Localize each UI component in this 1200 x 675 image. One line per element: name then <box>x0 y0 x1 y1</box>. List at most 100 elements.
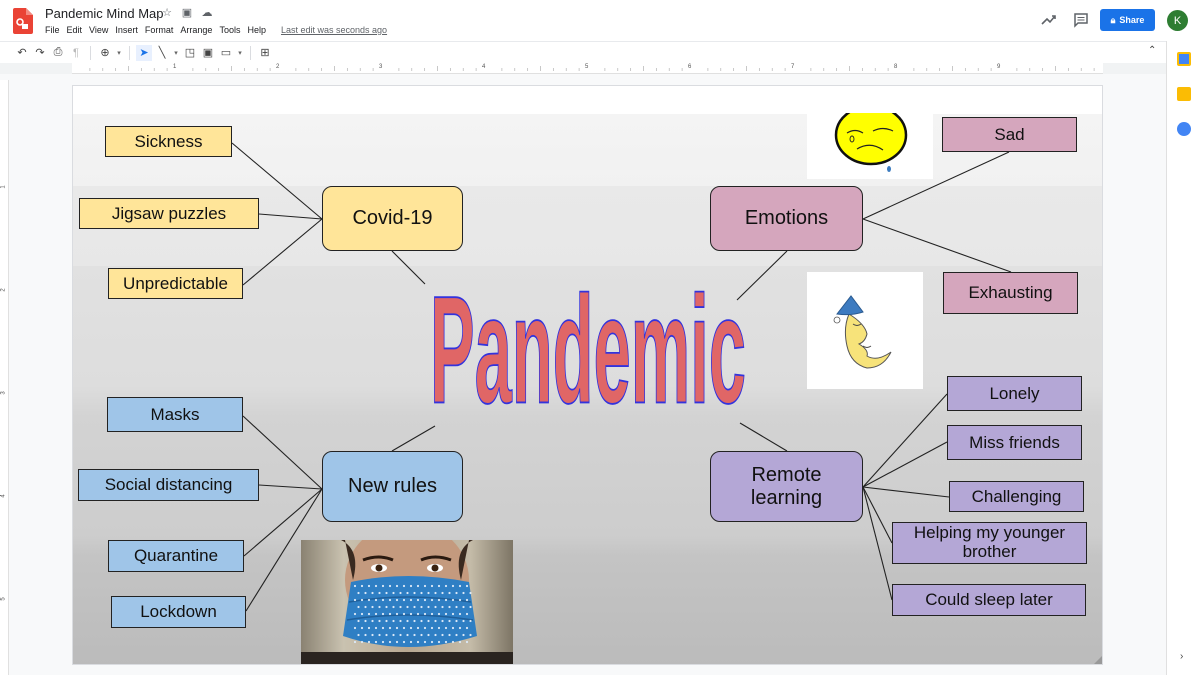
sleeping-moon-image[interactable] <box>807 272 923 389</box>
leaf-lonely[interactable]: Lonely <box>947 376 1082 411</box>
connector-line <box>391 250 426 285</box>
mask-dot <box>360 584 364 588</box>
mask-dot <box>437 612 441 616</box>
mask-dot <box>441 605 444 609</box>
leaf-masks[interactable]: Masks <box>107 397 243 432</box>
leaf-helping-my-younger-brother[interactable]: Helping my younger brother <box>892 522 1087 564</box>
print-icon[interactable]: ⎙ <box>50 45 66 61</box>
mask-dot <box>367 598 371 602</box>
leaf-could-sleep-later[interactable]: Could sleep later <box>892 584 1086 616</box>
line-dropdown-caret[interactable]: ▾ <box>172 49 180 57</box>
leaf-lockdown[interactable]: Lockdown <box>111 596 246 628</box>
mask-dot <box>364 619 367 623</box>
image-icon[interactable]: ▭ <box>218 45 234 61</box>
mask-dot <box>413 633 416 637</box>
mask-dot <box>385 619 388 623</box>
share-button[interactable]: 🔒︎ Share <box>1100 9 1155 31</box>
menu-tools[interactable]: Tools <box>219 25 244 35</box>
leaf-quarantine[interactable]: Quarantine <box>108 540 244 572</box>
connector-line <box>862 486 950 498</box>
horizontal-ruler[interactable]: 1 2 3 4 5 6 7 8 9 <box>72 63 1103 74</box>
zoom-icon[interactable]: ⊕ <box>97 45 113 61</box>
ruler-number: 1 <box>0 185 7 189</box>
sad-face-image[interactable] <box>807 104 933 179</box>
menu-file[interactable]: File <box>45 25 64 35</box>
mask-dot <box>444 584 448 588</box>
menu-arrange[interactable]: Arrange <box>180 25 216 35</box>
user-avatar[interactable]: K <box>1167 10 1188 31</box>
mask-dot <box>455 605 458 609</box>
vertical-ruler[interactable]: 1 2 3 4 5 <box>0 80 9 675</box>
paint-format-icon[interactable]: ¶ <box>68 45 84 61</box>
leaf-social-distancing[interactable]: Social distancing <box>78 469 259 501</box>
mask-dot <box>458 626 462 630</box>
hub-remote-learning[interactable]: Remote learning <box>710 451 863 522</box>
shape-tool-icon[interactable]: ◳ <box>182 45 198 61</box>
drawings-logo-icon[interactable] <box>13 8 33 34</box>
mask-dot <box>367 626 371 630</box>
mask-dot <box>416 626 420 630</box>
last-edit-link[interactable]: Last edit was seconds ago <box>281 25 387 35</box>
mask-dot <box>413 605 416 609</box>
tasks-icon[interactable] <box>1177 122 1191 136</box>
calendar-icon[interactable] <box>1177 52 1191 66</box>
leaf-jigsaw-puzzles[interactable]: Jigsaw puzzles <box>79 198 259 229</box>
select-cursor-icon[interactable]: ➤ <box>136 44 152 61</box>
zoom-dropdown-caret[interactable]: ▾ <box>115 49 123 57</box>
mask-dot <box>371 633 374 637</box>
cloud-saved-icon[interactable]: ☁ <box>200 6 214 19</box>
menu-help[interactable]: Help <box>247 25 270 35</box>
menu-format[interactable]: Format <box>145 25 178 35</box>
lock-icon: 🔒︎ <box>1110 14 1116 25</box>
mask-dot <box>385 591 388 595</box>
document-title[interactable]: Pandemic Mind Map <box>45 6 164 21</box>
expand-side-panel-chevron-icon[interactable]: › <box>1180 651 1183 662</box>
mask-dot <box>416 640 420 644</box>
mask-dot <box>427 633 430 637</box>
leaf-challenging[interactable]: Challenging <box>949 481 1084 512</box>
leaf-unpredictable[interactable]: Unpredictable <box>108 268 243 299</box>
pandemic-title-wordart[interactable]: Pandemic <box>423 252 753 424</box>
mask-dot <box>469 633 472 637</box>
mask-dot <box>416 598 420 602</box>
activity-trend-icon[interactable] <box>1040 12 1058 28</box>
keep-icon[interactable] <box>1177 87 1191 101</box>
connector-line <box>862 393 948 488</box>
ruler-margin-right <box>1103 63 1166 74</box>
star-icon[interactable]: ☆ <box>160 6 174 19</box>
leaf-sickness[interactable]: Sickness <box>105 126 232 157</box>
mask-dot <box>448 619 451 623</box>
leaf-miss-friends[interactable]: Miss friends <box>947 425 1082 460</box>
mask-dot <box>353 598 357 602</box>
undo-icon[interactable]: ↶ <box>14 45 30 61</box>
hub-emotions[interactable]: Emotions <box>710 186 863 251</box>
hub-covid-19[interactable]: Covid-19 <box>322 186 463 251</box>
connector-line <box>862 486 893 544</box>
mask-dot <box>399 619 402 623</box>
hub-new-rules[interactable]: New rules <box>322 451 463 522</box>
line-tool-icon[interactable]: ╲ <box>154 45 170 61</box>
add-comment-icon[interactable]: ⊞ <box>257 45 273 61</box>
mask-dot <box>353 584 357 588</box>
menu-view[interactable]: View <box>89 25 112 35</box>
mask-dot <box>378 605 381 609</box>
mask-dot <box>360 612 364 616</box>
masked-person-photo[interactable] <box>301 522 513 664</box>
collapse-menus-chevron-up-icon[interactable]: ⌃ <box>1148 45 1156 56</box>
move-to-folder-icon[interactable]: ▣ <box>180 6 194 19</box>
menu-edit[interactable]: Edit <box>67 25 87 35</box>
drawing-canvas[interactable]: Pandemic Covid-19 Sickness Jigsaw puzzle… <box>72 85 1103 665</box>
leaf-sad[interactable]: Sad <box>942 117 1077 152</box>
mask-dot <box>423 640 427 644</box>
canvas-resize-handle[interactable] <box>1094 656 1102 664</box>
comment-history-icon[interactable] <box>1073 12 1089 28</box>
mask-dot <box>458 598 462 602</box>
image-dropdown-caret[interactable]: ▾ <box>236 49 244 57</box>
text-box-icon[interactable]: ▣ <box>200 45 216 61</box>
leaf-exhausting[interactable]: Exhausting <box>943 272 1078 314</box>
mask-dot <box>399 591 402 595</box>
mask-dot <box>371 619 374 623</box>
menu-insert[interactable]: Insert <box>115 25 142 35</box>
redo-icon[interactable]: ↷ <box>32 45 48 61</box>
pandemic-title-text: Pandemic <box>430 264 746 424</box>
